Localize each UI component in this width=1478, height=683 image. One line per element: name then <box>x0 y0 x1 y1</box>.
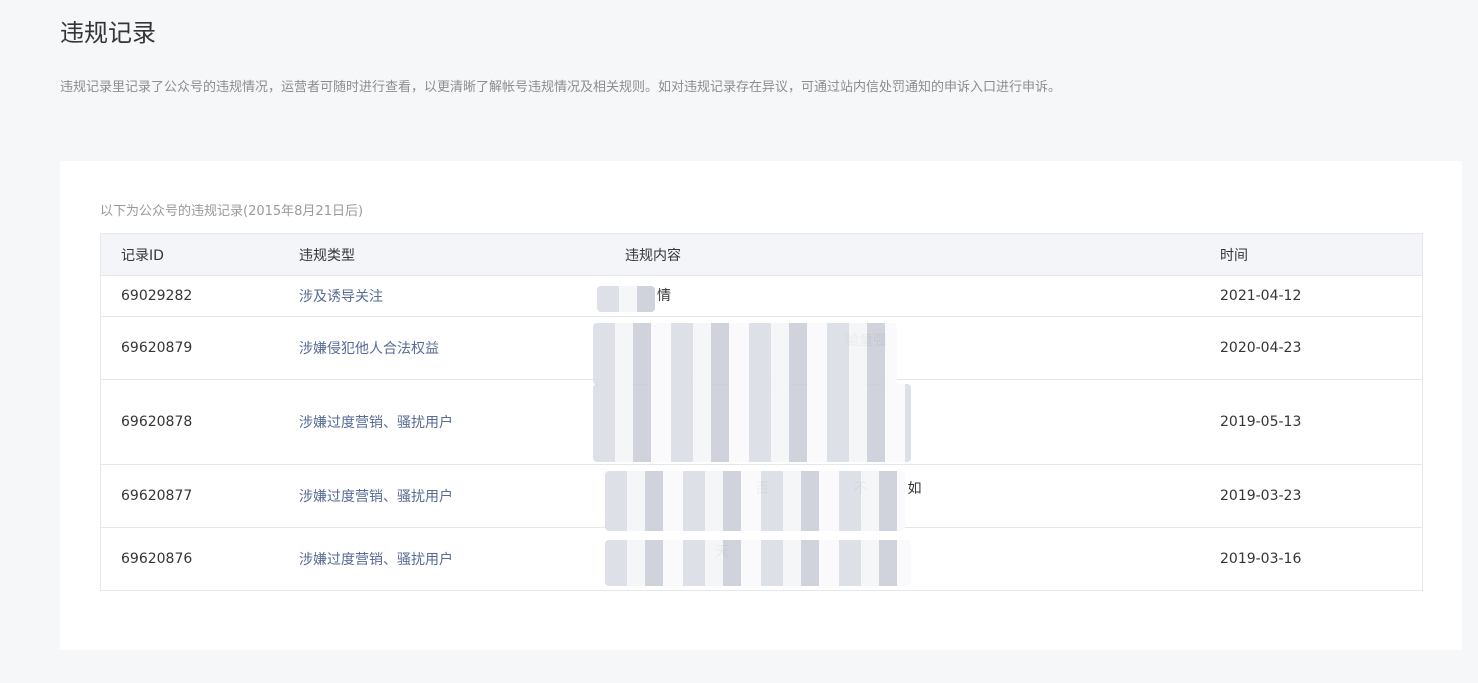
record-id: 69620877 <box>121 488 193 504</box>
records-card: 以下为公众号的违规记录(2015年8月21日后) 记录ID 违规类型 违规内容 … <box>60 161 1462 650</box>
record-content: 验童强 <box>593 323 1200 385</box>
table-row: 69620879 涉嫌侵犯他人合法权益 验童强 2020-04-23 <box>101 316 1422 385</box>
record-id: 69620878 <box>121 414 193 430</box>
content-redaction-mask <box>593 323 897 385</box>
page-description: 违规记录里记录了公众号的违规情况，运营者可随时进行查看，以更清晰了解帐号违规情况… <box>60 80 1062 95</box>
record-content: 天 <box>605 540 1200 586</box>
record-id: 69620879 <box>121 340 193 356</box>
page-title: 违规记录 <box>60 19 156 47</box>
content-redaction-mask <box>605 471 905 531</box>
table-header-row: 记录ID 违规类型 违规内容 时间 <box>101 234 1422 275</box>
table-row: 69620877 涉嫌过度营销、骚扰用户 百 不如 2019-03-23 <box>101 464 1422 531</box>
content-redaction-mask <box>597 286 655 312</box>
record-time: 2021-04-12 <box>1220 288 1302 304</box>
record-time: 2019-03-16 <box>1220 551 1302 567</box>
records-caption: 以下为公众号的违规记录(2015年8月21日后) <box>100 204 364 219</box>
content-redaction-mask <box>605 540 911 586</box>
record-time: 2020-04-23 <box>1220 340 1302 356</box>
record-time: 2019-03-23 <box>1220 488 1302 504</box>
record-time: 2019-05-13 <box>1220 414 1302 430</box>
table-row: 69029282 涉及诱导关注 情 2021-04-12 <box>101 275 1422 316</box>
column-header-time: 时间 <box>1220 247 1248 264</box>
content-redaction-mask <box>593 384 911 462</box>
column-header-type: 违规类型 <box>299 247 355 264</box>
column-header-content: 违规内容 <box>625 247 681 264</box>
records-table: 记录ID 违规类型 违规内容 时间 69029282 涉及诱导关注 情 2021… <box>100 233 1423 591</box>
record-type: 涉嫌过度营销、骚扰用户 <box>299 415 453 431</box>
record-content: 百 不如 <box>605 471 1200 531</box>
record-type: 涉嫌过度营销、骚扰用户 <box>299 552 453 568</box>
table-row: 69620878 涉嫌过度营销、骚扰用户 2019-05-13 <box>101 379 1422 464</box>
record-id: 69620876 <box>121 551 193 567</box>
record-type: 涉及诱导关注 <box>299 289 383 305</box>
record-type: 涉嫌过度营销、骚扰用户 <box>299 489 453 505</box>
record-content-text: 情 <box>657 288 671 304</box>
record-id: 69029282 <box>121 288 193 304</box>
table-row: 69620876 涉嫌过度营销、骚扰用户 天 2019-03-16 <box>101 527 1422 590</box>
record-content: 情 <box>597 286 1200 312</box>
record-type: 涉嫌侵犯他人合法权益 <box>299 341 439 357</box>
column-header-id: 记录ID <box>121 247 164 264</box>
